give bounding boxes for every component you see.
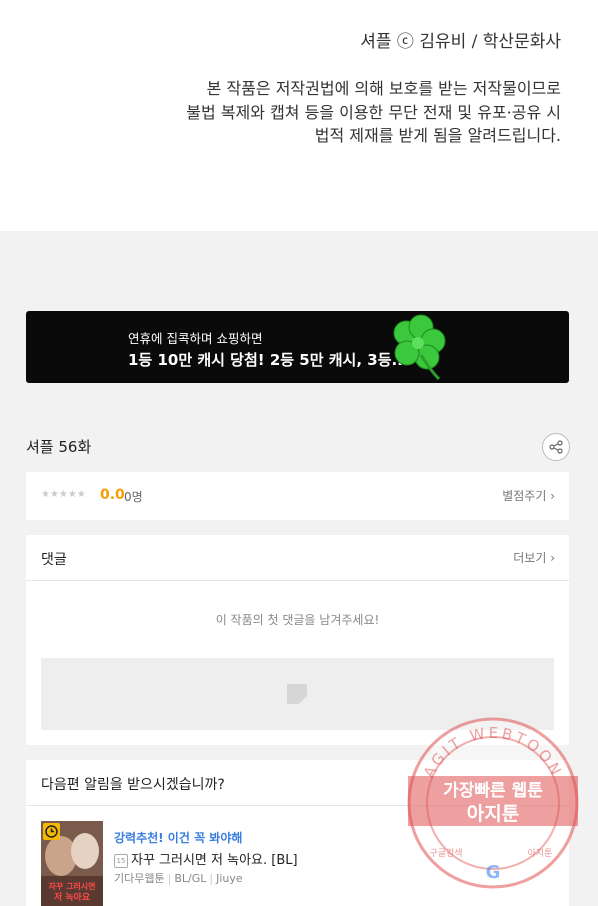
- notify-section: 다음편 알림을 받으시겠습니까? 자꾸 그러시면 저 녹아요 강력추천! 이건 …: [26, 760, 569, 906]
- rating-count: 0명: [124, 490, 143, 504]
- divider: [26, 805, 569, 806]
- age-rating-badge: 15: [114, 854, 128, 868]
- notice-line: 본 작품은 저작권법에 의해 보호를 받는 저작물이므로: [206, 79, 561, 98]
- comment-section: 댓글 더보기 › 이 작품의 첫 댓글을 남겨주세요!: [26, 535, 569, 745]
- clover-icon: [393, 314, 446, 381]
- share-button[interactable]: [542, 433, 570, 461]
- clock-badge-icon: [43, 823, 60, 840]
- meta-genre: BL/GL: [174, 872, 207, 885]
- copyright-area: 셔플 ⓒ 김유비 / 학산문화사 본 작품은 저작권법에 의해 보호를 받는 저…: [0, 0, 598, 231]
- star-rating-icon: ★★★★★: [41, 489, 86, 500]
- notify-header: 다음편 알림을 받으시겠습니까?: [41, 777, 225, 793]
- comment-header: 댓글: [41, 552, 67, 568]
- divider: [26, 580, 569, 581]
- recommend-meta: 기다무웹툰 | BL/GL | Jiuye: [114, 872, 243, 885]
- share-icon: [549, 440, 563, 454]
- comment-empty-message: 이 작품의 첫 댓글을 남겨주세요!: [215, 613, 380, 627]
- copyright-text: 셔플 ⓒ 김유비 / 학산문화사: [360, 32, 561, 52]
- meta-category: 기다무웹툰: [114, 872, 165, 885]
- comment-input-box[interactable]: [41, 658, 554, 730]
- write-icon: [287, 684, 307, 704]
- notice-line: 법적 제재를 받게 됨을 알려드립니다.: [314, 126, 561, 145]
- episode-title: 셔플 56화: [26, 438, 92, 456]
- notice-line: 불법 복제와 캡쳐 등을 이용한 무단 전재 및 유포·공유 시: [186, 102, 561, 122]
- meta-author: Jiuye: [216, 872, 243, 885]
- promo-banner[interactable]: 연휴에 집콕하며 쇼핑하면 1등 10만 캐시 당첨! 2등 5만 캐시, 3등…: [26, 311, 569, 383]
- recommend-title-text: 자꾸 그러시면 저 녹아요. [BL]: [131, 853, 298, 868]
- recommend-thumbnail[interactable]: 자꾸 그러시면 저 녹아요: [41, 821, 103, 906]
- svg-text:자꾸 그러시면: 자꾸 그러시면: [49, 881, 96, 891]
- copyright-notice: 본 작품은 저작권법에 의해 보호를 받는 저작물이므로 불법 복제와 캡쳐 등…: [141, 77, 561, 148]
- comment-more-link[interactable]: 더보기 ›: [513, 549, 555, 566]
- rating-score: 0.0: [100, 487, 125, 503]
- recommend-label[interactable]: 강력추천! 이건 꼭 봐야해: [114, 829, 242, 846]
- recommend-title[interactable]: 15 자꾸 그러시면 저 녹아요. [BL]: [114, 849, 298, 868]
- banner-line1: 연휴에 집콕하며 쇼핑하면: [128, 331, 263, 346]
- banner-line2: 1등 10만 캐시 당첨! 2등 5만 캐시, 3등..: [128, 351, 403, 369]
- rate-button[interactable]: 별점주기 ›: [502, 487, 555, 504]
- svg-text:저 녹아요: 저 녹아요: [54, 891, 91, 903]
- rating-card: ★★★★★ 0.0 0명 별점주기 ›: [26, 472, 569, 520]
